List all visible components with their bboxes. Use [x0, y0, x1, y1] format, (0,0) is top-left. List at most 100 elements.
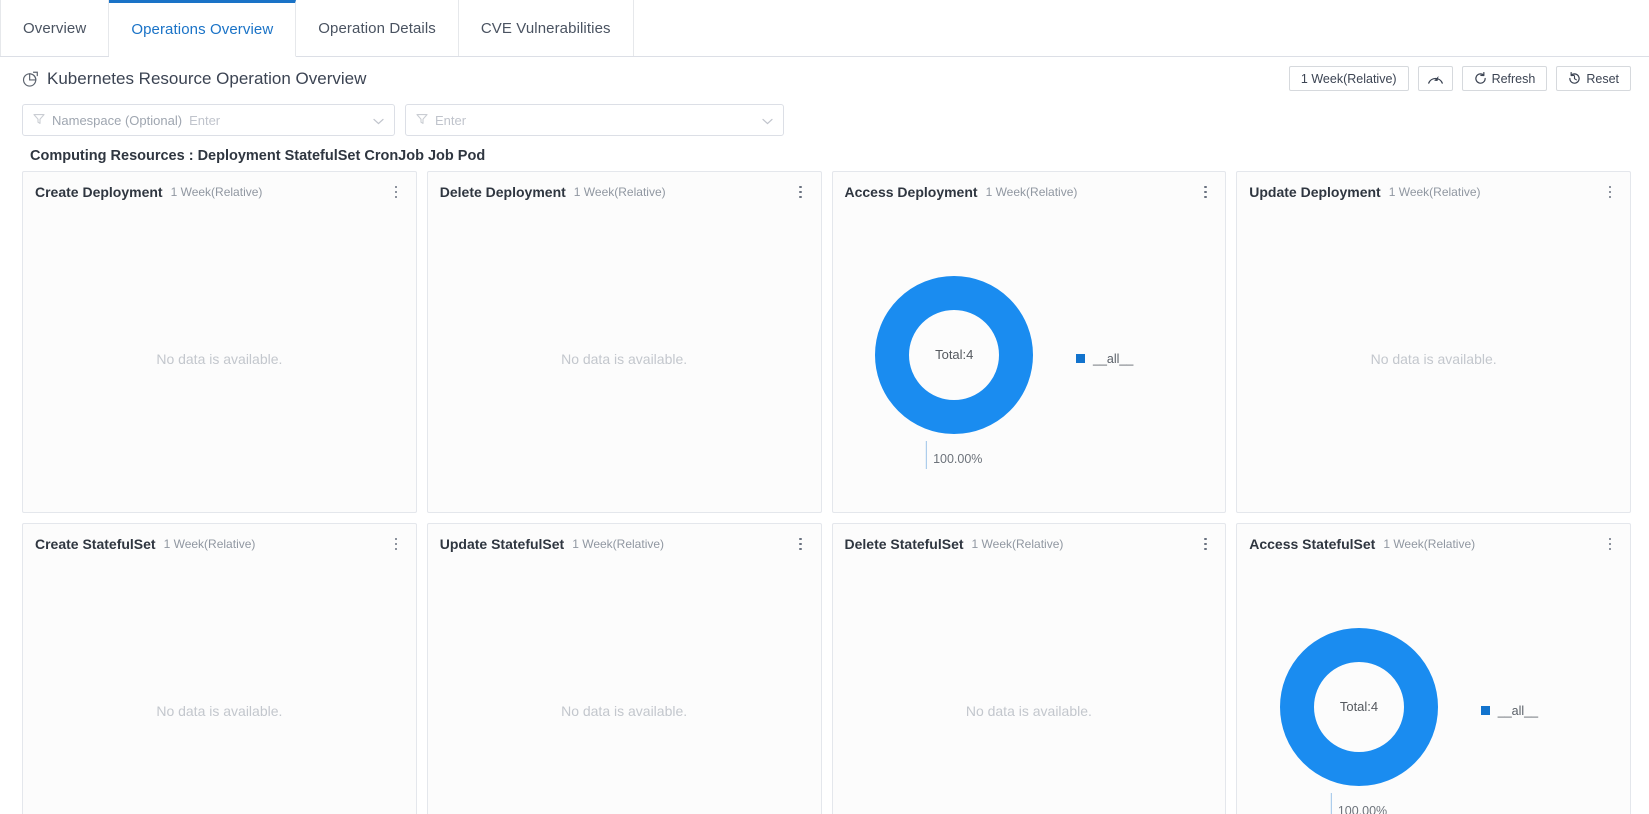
refresh-icon — [1474, 72, 1487, 85]
card-more-menu-icon[interactable] — [1602, 183, 1618, 201]
card-body: Total:4 100.00% __all__ — [1237, 557, 1630, 814]
card: Delete StatefulSet 1 Week(Relative) No dat… — [831, 523, 1227, 814]
tab-label: Overview — [23, 19, 87, 37]
card: Access StatefulSet 1 Week(Relative) Total:… — [1236, 523, 1631, 814]
tab-label: Operation Details — [318, 19, 436, 37]
card-body: No data is available. — [428, 557, 821, 814]
chevron-down-icon[interactable] — [762, 113, 773, 128]
donut-area: Total:4 100.00% — [1237, 557, 1481, 814]
card-more-menu-icon[interactable] — [388, 535, 404, 553]
card-header: Create Deployment 1 Week(Relative) — [23, 172, 416, 205]
card: Delete Deployment 1 Week(Relative) No data… — [426, 171, 822, 513]
chart-legend[interactable]: __all__ — [1480, 704, 1538, 718]
header-actions: 1 Week(Relative) Refresh Reset — [1288, 66, 1631, 91]
donut-chart: Total:4 100.00% __all__ — [1237, 557, 1630, 814]
card-body: No data is available. — [428, 205, 821, 512]
time-range-button[interactable]: 1 Week(Relative) — [1288, 66, 1409, 91]
tab-operation-details[interactable]: Operation Details — [296, 0, 459, 56]
card: Create Deployment 1 Week(Relative) No data… — [22, 171, 417, 513]
card-title: Create Deployment — [35, 184, 163, 200]
card-title: Access Deployment — [844, 184, 978, 200]
card-more-menu-icon[interactable] — [1602, 535, 1618, 553]
donut-percent-label: 100.00% — [1330, 792, 1387, 814]
page-title: Kubernetes Resource Operation Overview — [22, 69, 366, 89]
no-data-message: No data is available. — [561, 350, 688, 367]
card-more-menu-icon[interactable] — [1197, 183, 1213, 201]
tab-label: CVE Vulnerabilities — [480, 19, 611, 37]
no-data-message: No data is available. — [965, 702, 1092, 719]
chevron-down-icon[interactable] — [373, 113, 384, 128]
card: Create StatefulSet 1 Week(Relative) No dat… — [22, 523, 417, 814]
refresh-button[interactable]: Refresh — [1461, 66, 1548, 91]
page-header: Kubernetes Resource Operation Overview 1… — [0, 57, 1649, 100]
no-data-message: No data is available. — [156, 702, 283, 719]
page-title-text: Kubernetes Resource Operation Overview — [47, 68, 367, 88]
filter-funnel-icon — [33, 113, 45, 128]
card-header: Update StatefulSet 1 Week(Relative) — [428, 524, 821, 557]
card-body: Total:4 100.00% __all__ — [833, 205, 1226, 512]
tab-overview[interactable]: Overview — [0, 0, 110, 56]
namespace-filter-placeholder: Enter — [189, 112, 221, 128]
card-more-menu-icon[interactable] — [793, 535, 809, 553]
card-title: Delete Deployment — [439, 184, 566, 200]
card-grid: Create Deployment 1 Week(Relative) No data… — [0, 171, 1649, 814]
no-data-message: No data is available. — [561, 702, 688, 719]
refresh-label: Refresh — [1491, 71, 1536, 86]
card-title: Access StatefulSet — [1249, 536, 1376, 552]
card-title: Update Deployment — [1249, 184, 1381, 200]
tab-bar: Overview Operations Overview Operation Det… — [0, 0, 1649, 57]
card-header: Access StatefulSet 1 Week(Relative) — [1237, 524, 1630, 557]
card-more-menu-icon[interactable] — [793, 183, 809, 201]
tab-operations-overview[interactable]: Operations Overview — [109, 0, 297, 57]
filter-bar: Namespace (Optional) Enter Enter — [0, 100, 1649, 140]
card-time-range: 1 Week(Relative) — [573, 185, 666, 199]
speedometer-button[interactable] — [1417, 66, 1453, 91]
card-title: Create StatefulSet — [35, 536, 156, 552]
legend-label: __all__ — [1093, 351, 1134, 366]
card: Update Deployment 1 Week(Relative) No data… — [1236, 171, 1631, 513]
namespace-filter-label: Namespace (Optional) — [52, 112, 183, 128]
filter-funnel-icon — [416, 113, 428, 128]
chart-legend[interactable]: __all__ — [1076, 352, 1133, 366]
card-time-range: 1 Week(Relative) — [163, 537, 256, 551]
legend-swatch — [1076, 354, 1085, 363]
reset-label: Reset — [1586, 71, 1619, 86]
pie-chart-icon — [22, 71, 39, 88]
donut-ring[interactable]: Total:4 100.00% — [1279, 627, 1439, 814]
card: Access Deployment 1 Week(Relative) Total:4… — [831, 171, 1227, 513]
card-title: Delete StatefulSet — [844, 536, 964, 552]
reset-button[interactable]: Reset — [1556, 66, 1631, 91]
card-time-range: 1 Week(Relative) — [572, 537, 665, 551]
history-icon — [1568, 72, 1581, 85]
donut-area: Total:4 100.00% — [833, 205, 1077, 512]
time-range-label: 1 Week(Relative) — [1300, 71, 1397, 86]
card-header: Access Deployment 1 Week(Relative) — [833, 172, 1226, 205]
card-time-range: 1 Week(Relative) — [985, 185, 1078, 199]
card: Update StatefulSet 1 Week(Relative) No dat… — [426, 523, 822, 814]
card-time-range: 1 Week(Relative) — [170, 185, 263, 199]
card-header: Delete StatefulSet 1 Week(Relative) — [833, 524, 1226, 557]
card-body: No data is available. — [23, 557, 416, 814]
card-header: Create StatefulSet 1 Week(Relative) — [23, 524, 416, 557]
tab-cve-vulnerabilities[interactable]: CVE Vulnerabilities — [458, 0, 634, 56]
app-root: Overview Operations Overview Operation Det… — [0, 0, 1649, 814]
secondary-filter[interactable]: Enter — [405, 104, 784, 136]
section-title: Computing Resources : Deployment Statefu… — [30, 148, 486, 164]
card-time-range: 1 Week(Relative) — [971, 537, 1064, 551]
no-data-message: No data is available. — [1370, 350, 1497, 367]
card-more-menu-icon[interactable] — [1197, 535, 1213, 553]
card-body: No data is available. — [23, 205, 416, 512]
card-header: Delete Deployment 1 Week(Relative) — [428, 172, 821, 205]
card-body: No data is available. — [1237, 205, 1630, 512]
secondary-filter-placeholder: Enter — [435, 112, 467, 128]
tab-label: Operations Overview — [131, 21, 274, 38]
card-time-range: 1 Week(Relative) — [1388, 185, 1481, 199]
card-header: Update Deployment 1 Week(Relative) — [1237, 172, 1630, 205]
no-data-message: No data is available. — [156, 350, 283, 367]
speedometer-icon — [1427, 72, 1444, 85]
namespace-filter[interactable]: Namespace (Optional) Enter — [22, 104, 395, 136]
card-more-menu-icon[interactable] — [388, 183, 404, 201]
donut-chart: Total:4 100.00% __all__ — [833, 205, 1226, 512]
card-body: No data is available. — [833, 557, 1226, 814]
donut-ring[interactable]: Total:4 100.00% — [874, 275, 1034, 469]
